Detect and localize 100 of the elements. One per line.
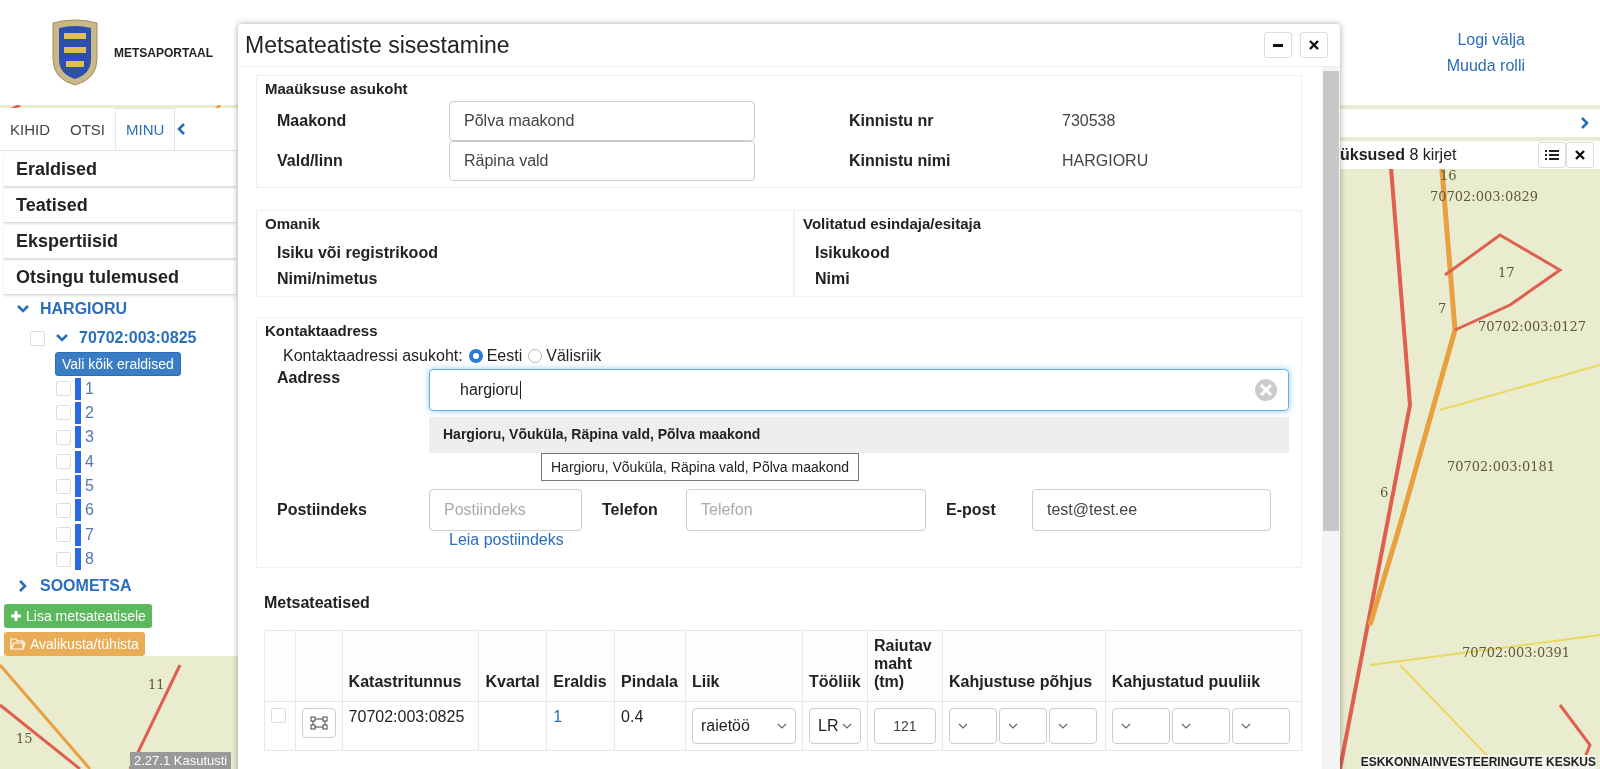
footer-text: ESKKONNAINVESTEERINGUTE KESKUS: [1360, 755, 1596, 769]
input-field[interactable]: Räpina vald: [449, 141, 755, 181]
stand-number[interactable]: 8: [85, 550, 94, 569]
map-label: 70702:003:0181: [1447, 459, 1555, 474]
checkbox[interactable]: [56, 381, 71, 397]
edit-shape-button[interactable]: [301, 708, 336, 738]
input-field[interactable]: Telefon: [686, 489, 926, 531]
column-header: Tööliik: [802, 630, 868, 702]
sidebar-section[interactable]: Otsingu tulemused: [4, 261, 236, 296]
stand-link[interactable]: 1: [553, 708, 563, 725]
scrollbar[interactable]: [1322, 67, 1340, 769]
column-header: Eraldis: [546, 630, 615, 702]
field-label: Aadress: [277, 369, 342, 388]
damage-cause-select[interactable]: [998, 708, 1047, 744]
field-label: Telefon: [602, 501, 659, 519]
caret-icon: [1240, 723, 1251, 729]
field-label: Kinnistu nr: [849, 112, 935, 130]
field-label: Isikukood: [815, 244, 891, 262]
column-header: Liik: [685, 630, 803, 702]
field-label: Isiku või registrikood: [277, 244, 439, 262]
column-header: Katastritunnus: [342, 630, 479, 702]
volume-input[interactable]: 121: [873, 708, 936, 744]
find-postcode-link[interactable]: Leia postiindeks: [449, 531, 564, 548]
color-bar: [75, 548, 81, 571]
header-link[interactable]: Muuda rolli: [1446, 56, 1525, 75]
checkbox[interactable]: [271, 708, 286, 723]
caret-icon: [1007, 723, 1018, 729]
input-field[interactable]: Postiindeks: [429, 489, 582, 531]
radio-button[interactable]: [468, 349, 483, 363]
input-field[interactable]: Põlva maakond: [449, 101, 755, 141]
stand-number[interactable]: 6: [85, 501, 94, 520]
field-label: E-post: [946, 501, 997, 519]
checkbox[interactable]: [56, 454, 71, 470]
checkbox[interactable]: [56, 527, 71, 543]
clear-icon[interactable]: [1254, 378, 1278, 402]
checkbox[interactable]: [56, 502, 71, 518]
tree-species-select[interactable]: [1111, 708, 1170, 744]
field-value: 730538: [1062, 112, 1117, 130]
sidebar-tab[interactable]: KIHID: [0, 108, 60, 150]
close-icon: [1309, 40, 1319, 50]
caret-icon: [1180, 723, 1191, 729]
sidebar-section[interactable]: Teatised: [4, 189, 236, 224]
checkbox[interactable]: [56, 405, 71, 421]
list-icon: [1545, 149, 1559, 161]
select-all-button[interactable]: Vali kõik eraldised: [55, 352, 181, 377]
minimize-icon: [1273, 43, 1283, 47]
caret-icon: [1057, 723, 1068, 729]
damage-cause-select[interactable]: [948, 708, 997, 744]
header-link[interactable]: Logi välja: [1457, 30, 1525, 49]
stand-number[interactable]: 2: [85, 403, 94, 422]
plus-icon: [10, 610, 22, 623]
sidebar-section[interactable]: Eraldised: [4, 153, 236, 188]
tree-item[interactable]: 70702:003:0825: [79, 329, 197, 348]
coat-of-arms-logo-icon: [50, 18, 100, 87]
sidebar-section[interactable]: Ekspertiisid: [4, 225, 236, 260]
sidebar-tab[interactable]: OTSI: [60, 108, 116, 150]
field-label: Nimi: [815, 270, 851, 288]
close-button[interactable]: [1300, 32, 1328, 58]
checkbox[interactable]: [56, 429, 71, 445]
table-cell: 0.4: [614, 701, 686, 751]
caret-icon: [777, 723, 787, 729]
tree-item[interactable]: HARGIORU: [40, 300, 128, 319]
work-type-select[interactable]: LR: [809, 708, 861, 744]
field-label: Nimi/nimetus: [277, 270, 379, 288]
tree-species-select[interactable]: [1171, 708, 1230, 744]
suggestion-item[interactable]: Hargioru, Võuküla, Räpina vald, Põlva maakond: [429, 417, 1289, 453]
minimize-button[interactable]: [1264, 32, 1292, 58]
damage-cause-select[interactable]: [1048, 708, 1097, 744]
panel-title: üksused 8 kirjet: [1340, 146, 1457, 164]
polygon-icon: [309, 716, 328, 730]
sidebar-tab[interactable]: MINU: [115, 108, 176, 150]
stand-number[interactable]: 5: [85, 477, 94, 496]
site-title: METSAPORTAAL: [114, 45, 214, 60]
address-input[interactable]: hargioru: [429, 369, 1289, 411]
tree-item[interactable]: SOOMETSA: [40, 576, 132, 595]
radio-label[interactable]: Välisriik: [546, 347, 602, 365]
checkbox[interactable]: [56, 551, 71, 567]
field-value: HARGIORU: [1062, 152, 1150, 170]
section-title: Kontaktaadress: [264, 321, 379, 341]
caret-icon: [841, 723, 852, 729]
map-label: 70702:003:0127: [1478, 319, 1586, 334]
tree-species-select[interactable]: [1231, 708, 1290, 744]
type-select[interactable]: raietöö: [691, 708, 796, 744]
stand-number[interactable]: 4: [85, 452, 94, 471]
close-icon: [1575, 150, 1585, 160]
column-header: Raiutav maht (tm): [867, 630, 943, 702]
field-label: Postiindeks: [277, 501, 368, 519]
radio-label[interactable]: Eesti: [486, 347, 523, 365]
stand-number[interactable]: 3: [85, 428, 94, 447]
stand-number[interactable]: 7: [85, 525, 94, 544]
stand-number[interactable]: 1: [85, 379, 94, 398]
list-button[interactable]: [1538, 142, 1566, 168]
radio-button[interactable]: [528, 349, 543, 363]
close-button[interactable]: [1566, 142, 1594, 168]
tooltip: Hargioru, Võuküla, Räpina vald, Põlva maakond: [541, 453, 860, 481]
table-cell: 70702:003:0825: [342, 701, 479, 751]
checkbox[interactable]: [30, 330, 45, 346]
column-header: Pindala: [614, 630, 686, 702]
checkbox[interactable]: [56, 478, 71, 494]
input-field[interactable]: test@test.ee: [1032, 489, 1271, 531]
